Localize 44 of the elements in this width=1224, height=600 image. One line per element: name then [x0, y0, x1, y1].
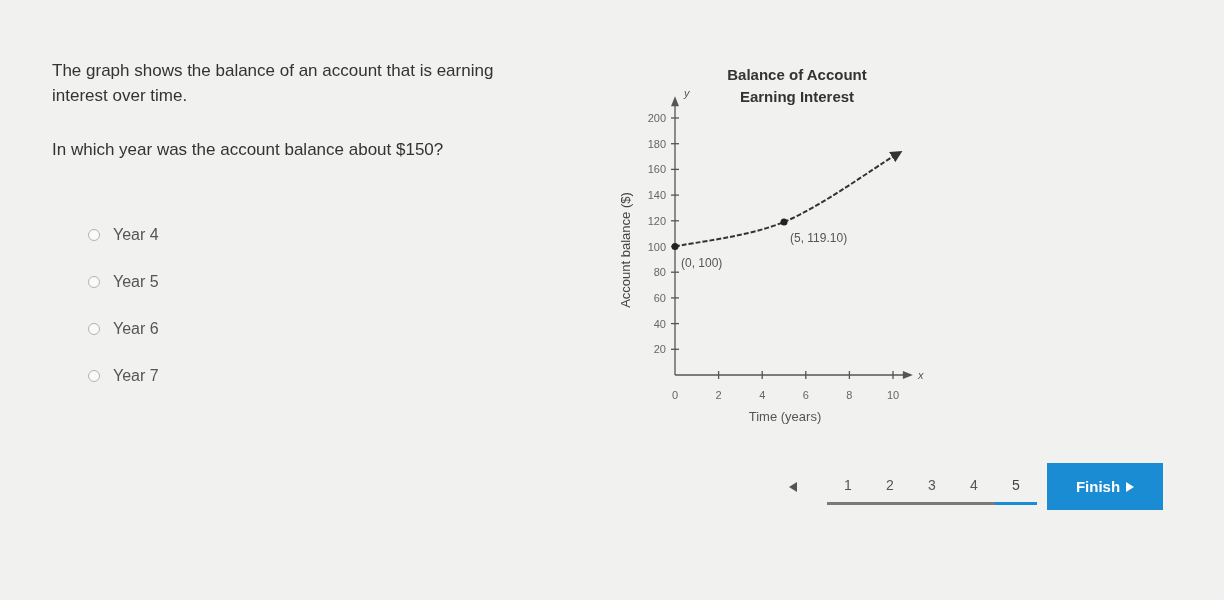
option-label[interactable]: Year 6 — [113, 318, 159, 339]
tick-label: 4 — [759, 389, 766, 401]
caret-left-icon — [789, 481, 797, 492]
radio-button[interactable] — [88, 369, 100, 382]
point-label: (5, 119.10) — [790, 230, 848, 245]
tick-label: 8 — [846, 389, 853, 401]
x-axis-title: Time (years) — [748, 409, 822, 424]
tick-label: 2 — [715, 389, 722, 401]
radio-button[interactable] — [88, 275, 100, 288]
tick-label: 160 — [647, 163, 666, 176]
page-button[interactable]: 3 — [911, 468, 953, 505]
page-button[interactable]: 2 — [869, 468, 911, 505]
data-point — [780, 218, 788, 226]
tick-label: 100 — [647, 240, 666, 253]
caret-right-icon — [1126, 481, 1135, 492]
page-button[interactable]: 5 — [995, 468, 1037, 505]
tick-label: 0 — [671, 389, 679, 401]
tick-label: 140 — [647, 189, 666, 202]
tick-label: 180 — [647, 137, 666, 150]
previous-button[interactable] — [789, 481, 797, 492]
point-label: (0, 100) — [681, 255, 723, 270]
option-label[interactable]: Year 5 — [113, 271, 159, 292]
tick-label: 20 — [653, 343, 666, 356]
tick-label: 60 — [653, 291, 666, 304]
chart-title: Balance of Account Earning Interest — [727, 66, 867, 105]
radio-button[interactable] — [88, 228, 100, 241]
finish-button[interactable]: Finish — [1047, 463, 1163, 510]
data-point — [671, 243, 679, 250]
tick-label: 120 — [647, 214, 666, 227]
axis-letter: x — [917, 369, 924, 381]
y-axis-title: Account balance ($) — [618, 192, 633, 308]
prompt-text: The graph shows the balance of an account that is earning interest over time. — [52, 60, 495, 107]
tick-label: 40 — [653, 317, 666, 330]
axis-letter: y — [684, 87, 690, 100]
page-button[interactable]: 1 — [827, 468, 869, 505]
tick-label: 80 — [653, 266, 666, 279]
option-label[interactable]: Year 7 — [113, 365, 159, 386]
page-button[interactable]: 4 — [953, 468, 995, 505]
tick-label: 6 — [802, 389, 809, 401]
question-text: In which year was the account balance about $150? — [52, 139, 445, 161]
tick-label: 200 — [647, 112, 666, 124]
option-label[interactable]: Year 4 — [113, 224, 159, 245]
radio-button[interactable] — [88, 322, 100, 335]
tick-label: 10 — [886, 389, 900, 401]
